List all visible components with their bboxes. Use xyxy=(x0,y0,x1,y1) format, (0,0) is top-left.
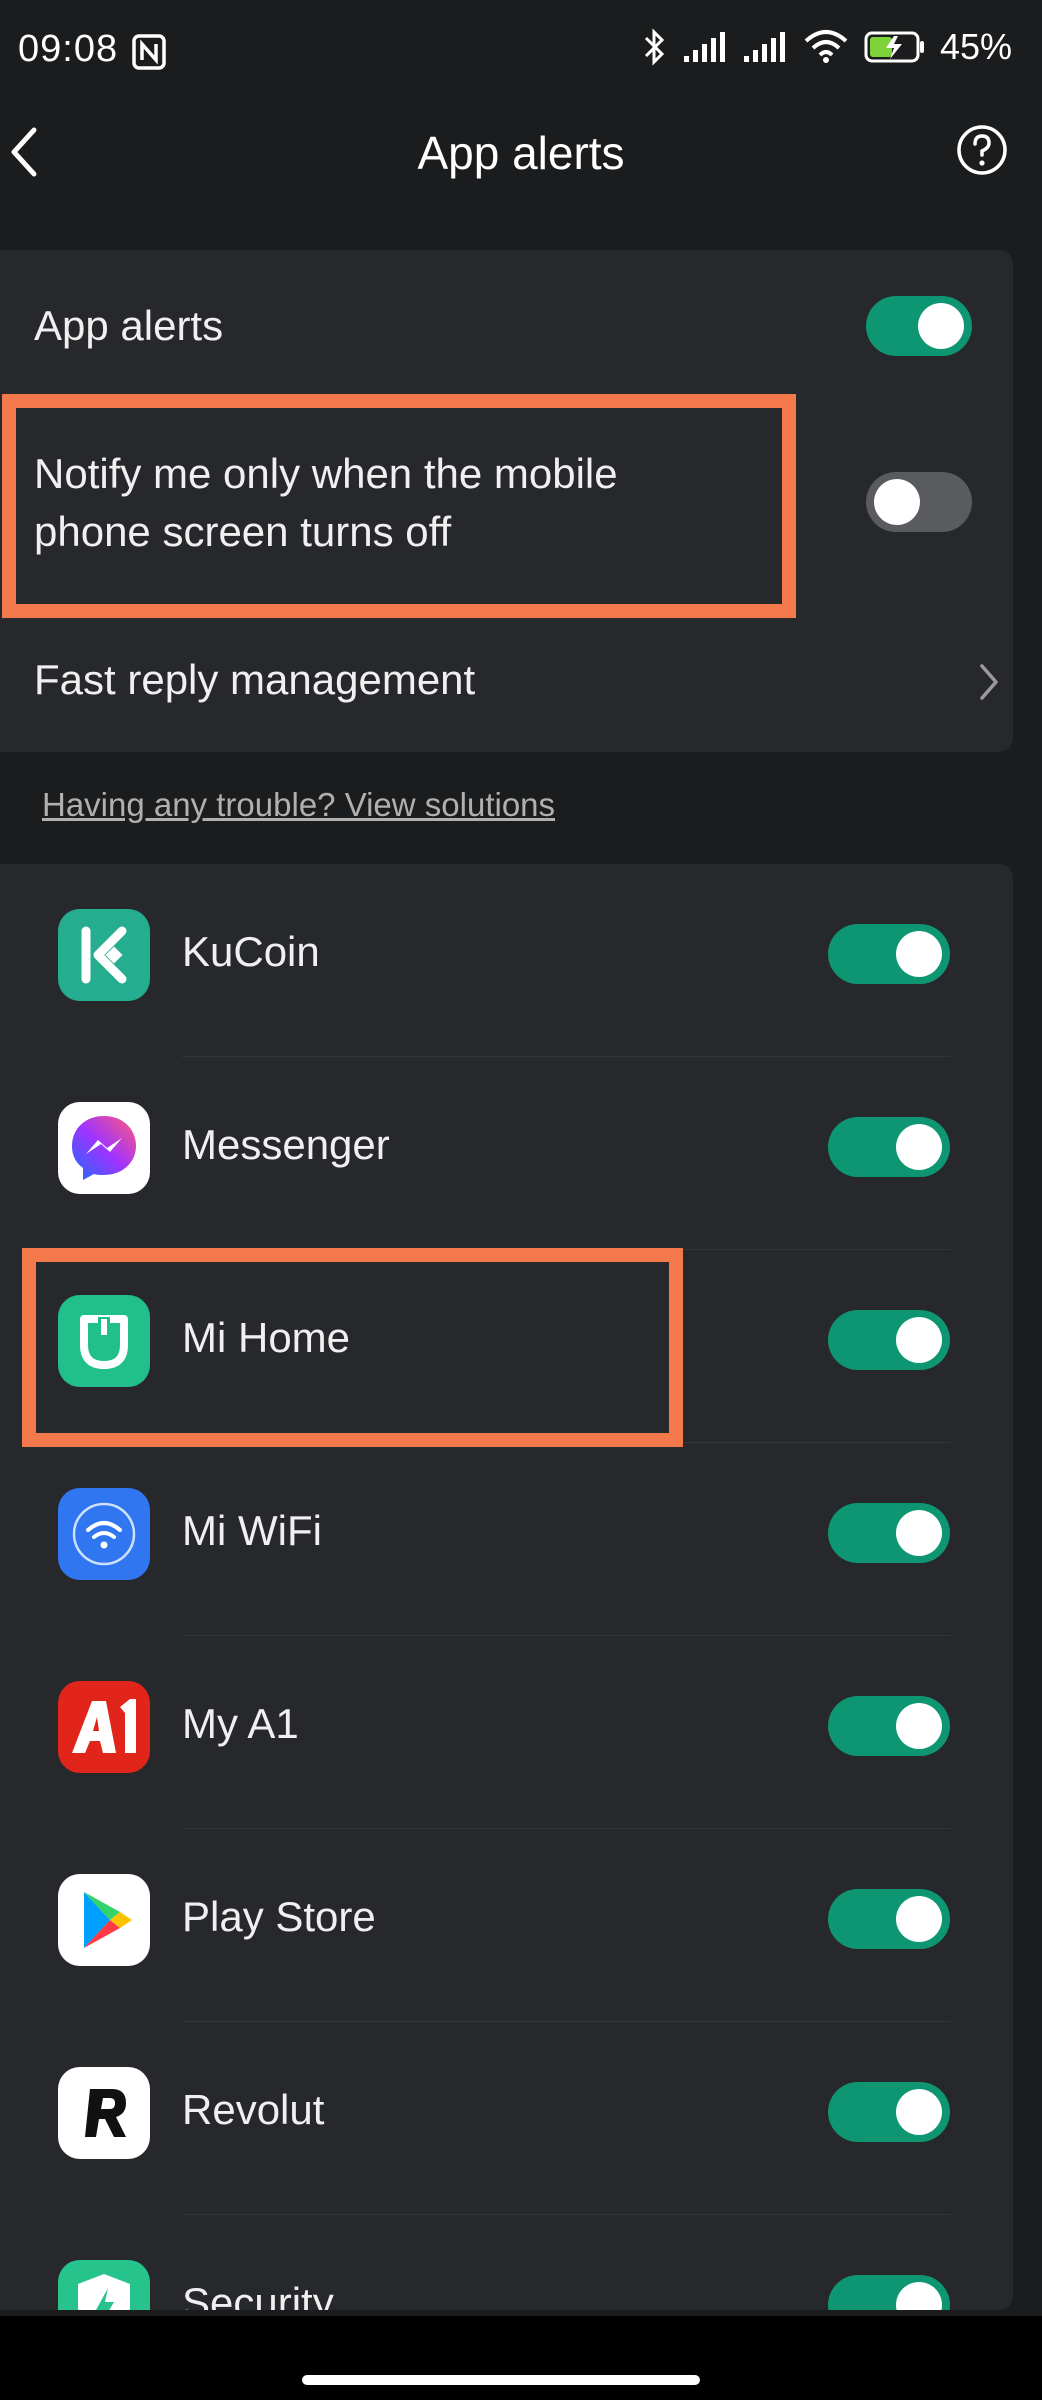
page-title: App alerts xyxy=(417,127,625,179)
battery-percent: 45% xyxy=(939,26,1012,67)
mi-home-toggle[interactable] xyxy=(828,1310,950,1370)
fast-reply-label[interactable]: Fast reply management xyxy=(34,651,475,709)
highlight-box-notify xyxy=(2,394,796,618)
status-icons: 45% xyxy=(642,26,1012,68)
status-bar: 09:08 45% xyxy=(0,0,1042,100)
toggle-knob xyxy=(874,479,920,525)
home-indicator[interactable] xyxy=(302,2375,700,2385)
revolut-toggle[interactable] xyxy=(828,2082,950,2142)
messenger-icon xyxy=(58,1102,150,1194)
app-name: KuCoin xyxy=(182,928,320,975)
app-alerts-toggle[interactable] xyxy=(866,296,972,356)
list-item[interactable]: Play Store xyxy=(0,1829,1013,2022)
battery-icon xyxy=(864,31,924,63)
notify-screen-off-toggle[interactable] xyxy=(866,472,972,532)
app-name: Security xyxy=(182,2279,334,2310)
help-icon[interactable] xyxy=(956,124,1008,176)
my-a1-icon xyxy=(58,1681,150,1773)
my-a1-toggle[interactable] xyxy=(828,1696,950,1756)
app-name: My A1 xyxy=(182,1700,299,1747)
app-name: Messenger xyxy=(182,1121,390,1168)
toggle-knob xyxy=(896,931,942,977)
play-store-icon xyxy=(58,1874,150,1966)
app-name: Mi WiFi xyxy=(182,1507,322,1554)
signal-icon-2 xyxy=(743,32,785,62)
list-item[interactable]: Revolut xyxy=(0,2022,1013,2215)
list-item[interactable]: Security xyxy=(0,2215,1013,2310)
toggle-knob xyxy=(918,303,964,349)
toggle-knob xyxy=(896,1703,942,1749)
top-bar: App alerts xyxy=(0,100,1042,220)
app-name: Revolut xyxy=(182,2086,325,2133)
toggle-knob xyxy=(896,1124,942,1170)
security-toggle[interactable] xyxy=(828,2275,950,2310)
trouble-link[interactable]: Having any trouble? View solutions xyxy=(42,786,555,824)
app-alerts-label: App alerts xyxy=(34,302,224,349)
kucoin-toggle[interactable] xyxy=(828,924,950,984)
security-icon xyxy=(58,2260,150,2310)
list-item[interactable]: Mi WiFi xyxy=(0,1443,1013,1636)
revolut-icon xyxy=(58,2067,150,2159)
signal-icon-1 xyxy=(683,32,725,62)
toggle-knob xyxy=(896,2089,942,2135)
mi-wifi-icon xyxy=(58,1488,150,1580)
nfc-icon xyxy=(132,34,166,70)
toggle-knob xyxy=(896,2282,942,2310)
app-list-card: KuCoin Messenger Mi Home Mi WiFi My A1 P… xyxy=(0,864,1013,2310)
toggle-knob xyxy=(896,1896,942,1942)
messenger-toggle[interactable] xyxy=(828,1117,950,1177)
chevron-right-icon[interactable] xyxy=(976,662,1002,702)
wifi-icon xyxy=(804,30,848,63)
toggle-knob xyxy=(896,1317,942,1363)
list-item[interactable]: My A1 xyxy=(0,1636,1013,1829)
bluetooth-icon xyxy=(644,28,665,66)
list-item[interactable]: KuCoin xyxy=(0,864,1013,1057)
toggle-knob xyxy=(896,1510,942,1556)
navigation-bar xyxy=(0,2316,1042,2400)
kucoin-icon xyxy=(58,909,150,1001)
clock: 09:08 xyxy=(18,28,119,70)
mi-wifi-toggle[interactable] xyxy=(828,1503,950,1563)
app-name: Play Store xyxy=(182,1893,376,1940)
play-store-toggle[interactable] xyxy=(828,1889,950,1949)
highlight-box-mi-home xyxy=(22,1248,683,1447)
list-item[interactable]: Messenger xyxy=(0,1057,1013,1250)
